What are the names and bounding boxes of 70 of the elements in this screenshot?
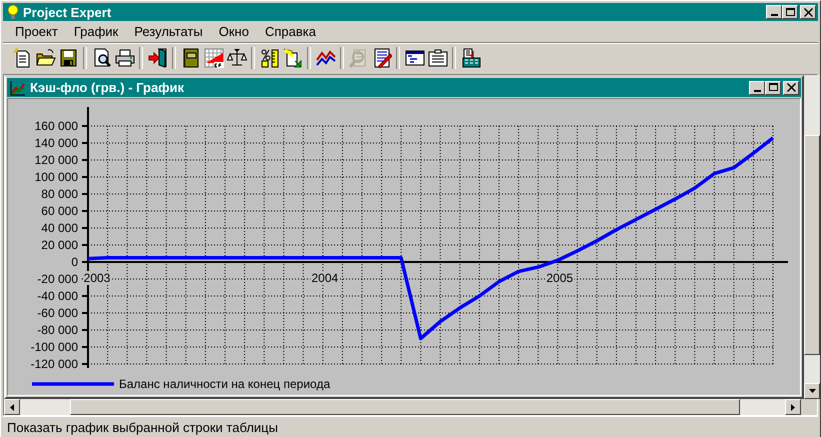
- print-preview-icon: [92, 48, 112, 68]
- y-tick-label: -60 000: [37, 306, 78, 320]
- maximize-icon: [768, 83, 778, 92]
- magnifier-document-icon: [348, 48, 368, 68]
- notebook-icon: [180, 48, 200, 68]
- toolbar-button[interactable]: [146, 46, 169, 70]
- menu-item[interactable]: График: [66, 24, 126, 39]
- maximize-button[interactable]: [782, 5, 798, 19]
- down-arrow-icon: [808, 389, 816, 393]
- window-list-icon: [404, 48, 424, 68]
- close-icon: [804, 8, 812, 16]
- y-tick-label: 140 000: [34, 136, 78, 150]
- maximize-icon: [786, 8, 794, 16]
- y-tick-label: 20 000: [41, 238, 78, 252]
- y-tick-label: 100 000: [34, 170, 78, 184]
- left-arrow-icon: [10, 404, 14, 410]
- y-tick-label: -80 000: [37, 323, 78, 337]
- lightbulb-icon: [7, 4, 19, 20]
- grid-chart-icon: [204, 48, 224, 68]
- percent-ruler-icon: [260, 48, 280, 68]
- menu-item[interactable]: Справка: [256, 24, 324, 39]
- scales-icon: [226, 48, 246, 68]
- menu-item[interactable]: Проект: [7, 24, 66, 39]
- x-tick-label: 2004: [312, 271, 338, 285]
- calculator-document-icon: [460, 48, 480, 68]
- y-tick-label: -120 000: [30, 357, 78, 371]
- close-icon: [786, 83, 796, 92]
- maximize-button[interactable]: [765, 80, 781, 94]
- clipboard-icon: [428, 48, 448, 68]
- y-tick-label: 80 000: [41, 187, 78, 201]
- y-tick-label: 40 000: [41, 221, 78, 235]
- line-chart-icon: [10, 80, 26, 96]
- line-chart-icon: [316, 48, 336, 68]
- minimize-icon: [754, 90, 760, 92]
- scroll-down-button[interactable]: [804, 383, 820, 399]
- y-tick-label: -40 000: [37, 289, 78, 303]
- toolbar-button[interactable]: [281, 46, 304, 70]
- folder-icon: [36, 48, 56, 68]
- x-tick-label: 2003: [84, 271, 110, 285]
- close-button[interactable]: [800, 5, 816, 19]
- y-tick-label: 0: [71, 255, 78, 269]
- minimize-icon: [770, 14, 778, 16]
- door-arrow-icon: [148, 48, 168, 68]
- pencil-document-icon: [372, 48, 392, 68]
- x-tick-label: 2005: [546, 271, 574, 285]
- minimize-button[interactable]: [766, 5, 782, 19]
- y-tick-label: 120 000: [34, 153, 78, 167]
- legend-label: Баланс наличности на конец периода: [119, 377, 330, 391]
- scroll-right-button[interactable]: [785, 399, 801, 415]
- menu-item[interactable]: Окно: [210, 24, 257, 39]
- printer-icon: [114, 48, 134, 68]
- window-title: Кэш-фло (грв.) - График: [30, 80, 184, 95]
- close-button[interactable]: [783, 80, 799, 94]
- scrollbar-thumb[interactable]: [804, 135, 820, 355]
- scroll-left-button[interactable]: [4, 399, 20, 415]
- vertical-scrollbar[interactable]: [804, 75, 820, 399]
- status-text: Показать график выбранной строки таблицы: [7, 420, 278, 434]
- right-arrow-icon: [791, 404, 795, 410]
- minimize-button[interactable]: [749, 80, 765, 94]
- document-arrow-icon: [282, 48, 302, 68]
- horizontal-scrollbar[interactable]: [4, 399, 801, 415]
- y-tick-label: -100 000: [30, 340, 78, 354]
- y-tick-label: -20 000: [37, 272, 78, 286]
- scrollbar-thumb[interactable]: [70, 399, 740, 415]
- new-document-icon: [12, 48, 32, 68]
- toolbar-button[interactable]: [202, 46, 225, 70]
- window-title: Project Expert: [23, 4, 112, 20]
- y-tick-label: 60 000: [41, 204, 78, 218]
- menu-item[interactable]: Результаты: [126, 24, 211, 39]
- y-tick-label: 160 000: [34, 119, 78, 133]
